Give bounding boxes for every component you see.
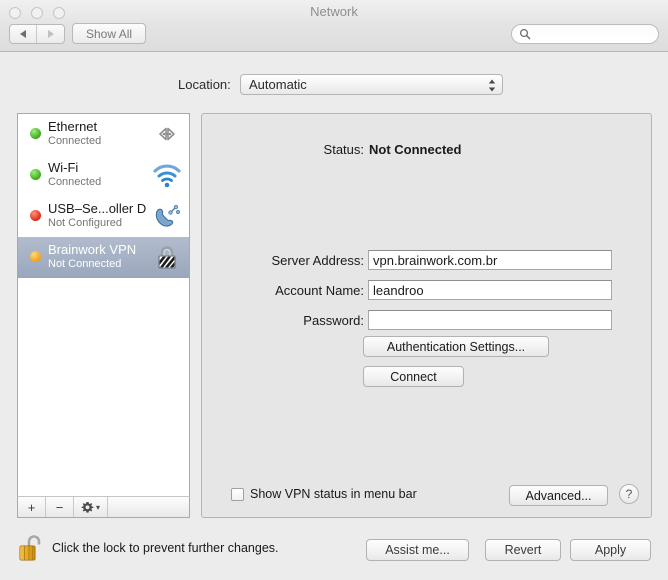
triangle-right-icon — [47, 30, 54, 38]
authentication-settings-label: Authentication Settings... — [386, 339, 526, 354]
location-value: Automatic — [249, 77, 307, 92]
network-preferences-window: Network Show All Location: Automatic Eth… — [0, 0, 668, 580]
status-value: Not Connected — [369, 142, 462, 157]
status-indicator-green — [30, 128, 41, 139]
add-service-button[interactable]: + — [18, 497, 46, 517]
search-icon — [519, 28, 531, 40]
password-label: Password: — [303, 313, 364, 328]
show-vpn-status-row[interactable]: Show VPN status in menu bar — [231, 487, 417, 501]
password-input[interactable] — [368, 310, 612, 330]
connect-button[interactable]: Connect — [363, 366, 464, 387]
status-indicator-red — [30, 210, 41, 221]
show-all-label: Show All — [86, 26, 133, 41]
service-actions-button[interactable]: ▾ — [74, 497, 108, 517]
service-name: Ethernet — [48, 119, 98, 134]
server-address-input[interactable] — [368, 250, 612, 270]
advanced-label: Advanced... — [525, 488, 592, 503]
status-indicator-amber — [30, 251, 41, 262]
title-bar: Network Show All — [0, 0, 668, 52]
chevron-down-icon: ▾ — [95, 502, 100, 512]
wifi-icon — [153, 164, 181, 188]
show-vpn-status-checkbox[interactable] — [231, 487, 244, 501]
list-item-selected[interactable]: Brainwork VPN Not Connected — [18, 237, 189, 278]
service-status: Not Configured — [48, 217, 122, 229]
remove-service-button[interactable]: − — [46, 497, 74, 517]
assist-me-button[interactable]: Assist me... — [366, 539, 469, 561]
modem-phone-icon — [155, 204, 180, 227]
status-label: Status: — [323, 142, 364, 157]
search-field[interactable] — [511, 24, 659, 44]
account-name-input[interactable] — [368, 280, 612, 300]
apply-label: Apply — [594, 543, 627, 557]
connect-label: Connect — [390, 369, 437, 384]
server-address-label: Server Address: — [271, 253, 365, 268]
gear-icon — [81, 501, 94, 513]
ethernet-icon — [159, 127, 175, 141]
vpn-detail-pane: Status: Not Connected Server Address: Ac… — [201, 113, 652, 518]
account-name-label: Account Name: — [275, 283, 364, 298]
back-button[interactable] — [10, 25, 37, 43]
padlock-icon — [158, 246, 176, 269]
list-item[interactable]: USB–Se...oller D Not Configured — [18, 196, 189, 237]
service-name: Wi-Fi — [48, 160, 79, 175]
service-name: Brainwork VPN — [48, 242, 137, 257]
assist-me-label: Assist me... — [385, 543, 450, 557]
help-button[interactable]: ? — [619, 484, 639, 504]
status-indicator-green — [30, 169, 41, 180]
show-all-button[interactable]: Show All — [72, 23, 147, 44]
window-title: Network — [310, 4, 358, 19]
service-status: Connected — [48, 176, 102, 188]
triangle-left-icon — [20, 30, 26, 38]
service-list-toolbar: + − ▾ — [17, 496, 190, 518]
service-status: Not Connected — [48, 258, 122, 270]
list-item[interactable]: Wi-Fi Connected — [18, 155, 189, 196]
search-input[interactable] — [535, 26, 657, 44]
add-service-label: + — [27, 499, 36, 515]
forward-button[interactable] — [37, 25, 64, 43]
service-name: USB–Se...oller D — [48, 201, 147, 216]
location-popup-button[interactable]: Automatic — [240, 74, 503, 95]
help-label: ? — [625, 487, 633, 501]
apply-button[interactable]: Apply — [570, 539, 651, 561]
list-item[interactable]: Ethernet Connected — [18, 114, 189, 155]
advanced-button[interactable]: Advanced... — [509, 485, 608, 506]
lock-hint-text: Click the lock to prevent further change… — [52, 541, 279, 555]
unlocked-padlock-icon[interactable] — [18, 532, 44, 564]
up-down-arrows-icon — [488, 79, 496, 92]
location-label: Location: — [178, 77, 231, 92]
network-service-list[interactable]: Ethernet Connected Wi-Fi Connected USB–S… — [17, 113, 190, 507]
revert-label: Revert — [504, 543, 542, 557]
service-status: Connected — [48, 135, 102, 147]
navigation-segmented-control — [9, 24, 65, 44]
show-vpn-status-label: Show VPN status in menu bar — [250, 487, 417, 501]
remove-service-label: − — [55, 499, 64, 515]
authentication-settings-button[interactable]: Authentication Settings... — [363, 336, 549, 357]
revert-button[interactable]: Revert — [485, 539, 561, 561]
